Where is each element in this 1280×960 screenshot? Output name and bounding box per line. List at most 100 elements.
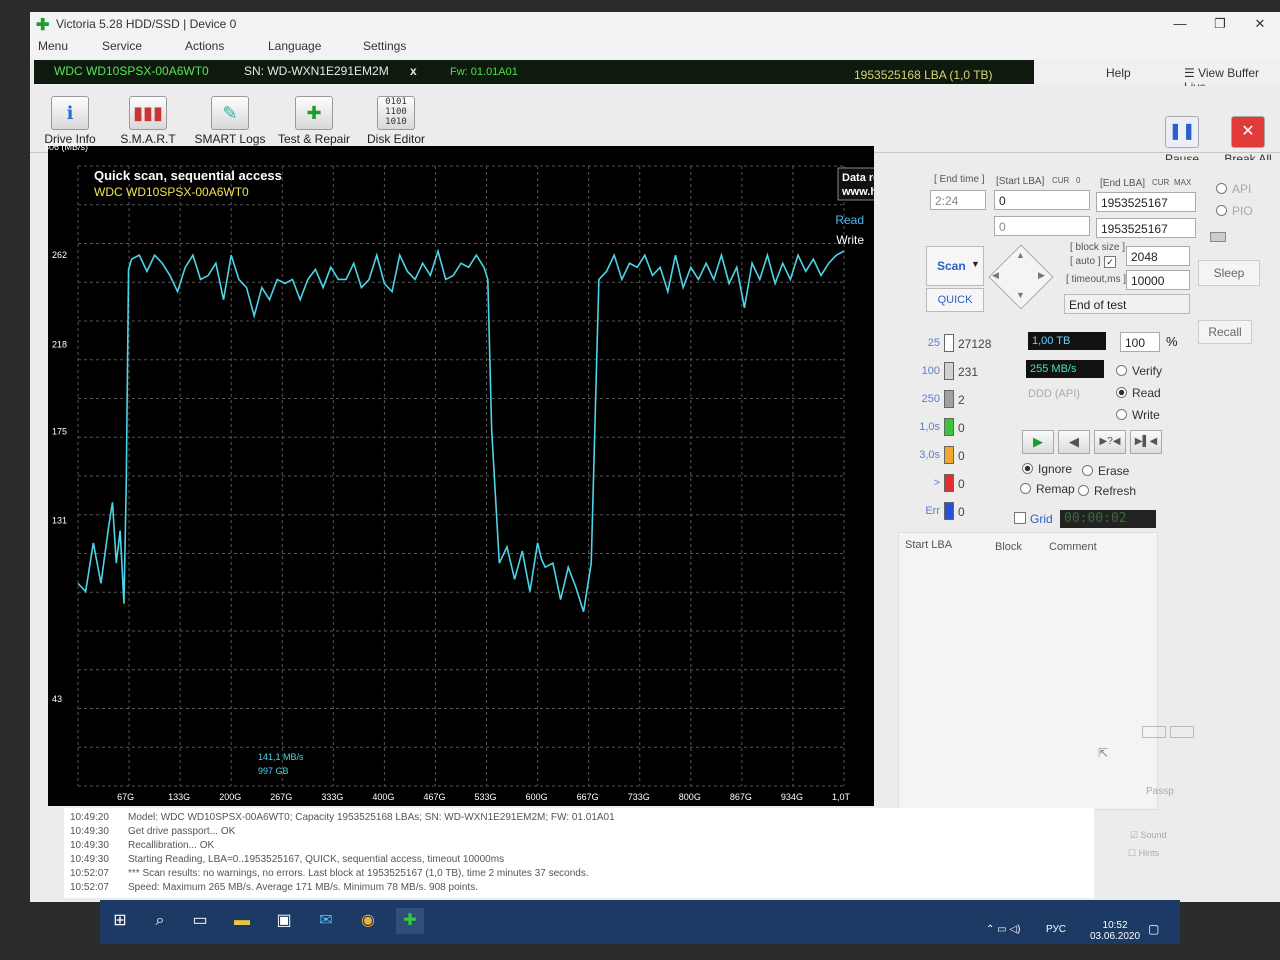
- side-button-1[interactable]: [1142, 726, 1166, 738]
- histogram-swatch: [944, 474, 954, 492]
- start-icon[interactable]: ⊞: [106, 908, 134, 934]
- play-icon: ▶: [1033, 434, 1043, 449]
- passp-button[interactable]: Passp: [1146, 786, 1174, 797]
- action-refresh[interactable]: Refresh: [1078, 484, 1136, 498]
- menu-language[interactable]: Language: [268, 39, 321, 53]
- x-tick-label: 934G: [781, 792, 803, 802]
- percent-unit: %: [1166, 334, 1178, 349]
- start-lba-cur-button[interactable]: CUR: [1052, 176, 1069, 185]
- taskbar-clock[interactable]: 10:52 03.06.2020: [1090, 920, 1140, 942]
- start-lba-zero-button[interactable]: 0: [1076, 176, 1080, 185]
- search-icon[interactable]: ⌕: [146, 908, 174, 934]
- percent-display: 100: [1120, 332, 1160, 352]
- end-time-field[interactable]: 2:24: [930, 190, 986, 210]
- smart-logs-button[interactable]: ✎ SMART Logs: [190, 86, 270, 152]
- device-close-button[interactable]: x: [410, 64, 417, 78]
- pio-radio[interactable]: PIO: [1216, 204, 1253, 218]
- chart-y-unit: 306 (MB/s): [44, 142, 89, 152]
- x-tick-label: 533G: [475, 792, 497, 802]
- help-link[interactable]: Help: [1106, 66, 1131, 80]
- victoria-taskbar-icon[interactable]: ✚: [396, 908, 424, 934]
- y-tick-label: 218: [52, 339, 67, 349]
- start-lba-field[interactable]: 0: [994, 190, 1090, 210]
- api-radio[interactable]: API: [1216, 182, 1251, 196]
- action-remap[interactable]: Remap: [1020, 482, 1075, 496]
- keyboard-language[interactable]: РУС: [1046, 924, 1066, 935]
- end-button[interactable]: ▶▌◀: [1130, 430, 1162, 454]
- title-bar: ✚ Victoria 5.28 HDD/SSD | Device 0 — ❐ ✕: [30, 12, 1280, 36]
- quick-button[interactable]: QUICK: [926, 288, 984, 312]
- smart-button[interactable]: ▮▮▮ S.M.A.R.T: [108, 86, 188, 152]
- side-button-2[interactable]: [1170, 726, 1194, 738]
- histogram-row: >0: [910, 474, 1000, 494]
- chart-title: Quick scan, sequential access: [94, 168, 282, 183]
- maximize-button[interactable]: ❐: [1200, 12, 1240, 36]
- block-size-select[interactable]: 2048: [1126, 246, 1190, 266]
- menu-service[interactable]: Service: [102, 39, 142, 53]
- play-button[interactable]: ▶: [1022, 430, 1054, 454]
- test-repair-button[interactable]: ✚ Test & Repair: [274, 86, 354, 152]
- write-label: Write: [1132, 408, 1160, 422]
- arrow-right-icon[interactable]: ▶: [1038, 270, 1045, 281]
- end-of-test-select[interactable]: End of test: [1064, 294, 1190, 314]
- menu-menu[interactable]: Menu: [38, 39, 68, 53]
- mail-icon[interactable]: ✉: [312, 908, 340, 934]
- end-lba-field-2[interactable]: 1953525167: [1096, 218, 1196, 238]
- end-lba-cur-button[interactable]: CUR: [1152, 178, 1169, 187]
- end-time-label: [ End time ]: [934, 174, 985, 185]
- disk-editor-label: Disk Editor: [366, 132, 425, 146]
- refresh-label: Refresh: [1094, 484, 1137, 498]
- legend-read: Read: [835, 213, 864, 227]
- mode-write[interactable]: Write: [1116, 408, 1160, 422]
- chrome-icon[interactable]: ◉: [354, 908, 382, 934]
- arrow-down-icon[interactable]: ▼: [1016, 290, 1025, 300]
- timeout-select[interactable]: 10000: [1126, 270, 1190, 290]
- end-lba-field[interactable]: 1953525167: [1096, 192, 1196, 212]
- minimize-button[interactable]: —: [1160, 12, 1200, 36]
- scan-dropdown-icon: ▼: [971, 259, 980, 269]
- menu-settings[interactable]: Settings: [363, 39, 406, 53]
- close-button[interactable]: ✕: [1240, 12, 1280, 36]
- scan-button[interactable]: Scan ▼: [926, 246, 984, 286]
- ddd-api-checkbox[interactable]: DDD (API): [1028, 388, 1080, 400]
- smart-logs-icon: ✎: [211, 96, 249, 130]
- chart-subtitle: WDC WD10SPSX-00A6WT0: [94, 185, 249, 199]
- back-button[interactable]: ◀: [1058, 430, 1090, 454]
- end-lba-max-button[interactable]: MAX: [1174, 178, 1191, 187]
- step-button[interactable]: ▶?◀: [1094, 430, 1126, 454]
- current-lba-field[interactable]: 0: [994, 216, 1090, 236]
- notification-icon[interactable]: ▢: [1148, 922, 1159, 936]
- menu-actions[interactable]: Actions: [185, 39, 224, 53]
- hints-checkbox[interactable]: ☐ Hints: [1128, 848, 1159, 859]
- auto-checkbox[interactable]: ✓: [1104, 256, 1116, 268]
- log-time: 10:49:30: [70, 826, 109, 837]
- log-message: Recallibration... OK: [128, 840, 215, 851]
- log-time: 10:52:07: [70, 882, 109, 893]
- task-view-icon[interactable]: ▭: [186, 908, 214, 934]
- pause-icon: ❚❚: [1165, 116, 1199, 148]
- arrow-left-icon[interactable]: ◀: [992, 270, 999, 281]
- erase-label: Erase: [1098, 464, 1130, 478]
- speed-chart-svg: 262 218 175 131 43 67G 133G 200G 267G 333G 400G 467…: [52, 165, 874, 802]
- folder-icon[interactable]: ▬: [228, 908, 256, 934]
- action-erase[interactable]: Erase: [1082, 464, 1129, 478]
- arrow-up-icon[interactable]: ▲: [1016, 250, 1025, 260]
- read-radio-dot: [1116, 387, 1127, 398]
- tray-icons[interactable]: ⌃ ▭ ◁): [986, 924, 1020, 935]
- sleep-button[interactable]: Sleep: [1198, 260, 1260, 286]
- store-icon[interactable]: ▣: [270, 908, 298, 934]
- read-label: Read: [1132, 386, 1161, 400]
- mode-read[interactable]: Read: [1116, 386, 1161, 400]
- disk-editor-button[interactable]: 0101 1100 1010 Disk Editor: [356, 86, 436, 152]
- recall-button[interactable]: Recall: [1198, 320, 1252, 344]
- col-start-lba: Start LBA: [905, 539, 953, 551]
- mouse-cursor-icon: ⇱: [1098, 746, 1109, 760]
- grid-checkbox[interactable]: [1014, 512, 1026, 524]
- action-ignore[interactable]: Ignore: [1022, 462, 1072, 476]
- device-name[interactable]: WDC WD10SPSX-00A6WT0: [54, 64, 209, 78]
- mode-verify[interactable]: Verify: [1116, 364, 1162, 378]
- sound-checkbox[interactable]: ☑ Sound: [1130, 830, 1167, 841]
- histogram-label: 250: [921, 393, 940, 405]
- end-icon: ▶▌◀: [1134, 436, 1158, 447]
- grid-label: Grid: [1030, 512, 1053, 526]
